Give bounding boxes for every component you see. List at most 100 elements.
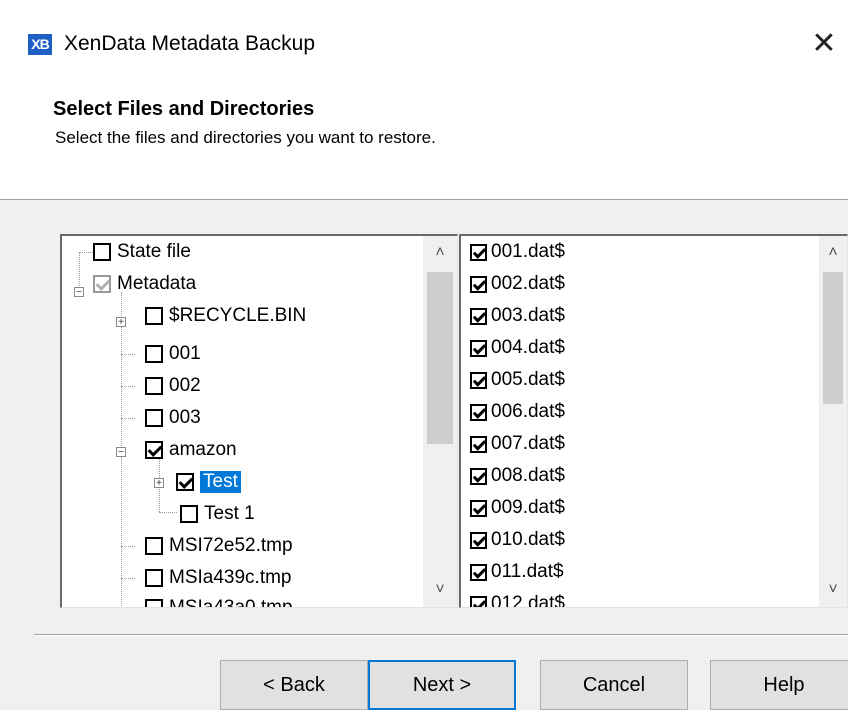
checkbox[interactable] — [145, 307, 163, 325]
window-title: XenData Metadata Backup — [64, 32, 315, 55]
app-logo-icon: XB — [28, 34, 52, 55]
tree-item-msia439c[interactable]: MSIa439c.tmp — [145, 562, 292, 594]
tree-scrollbar[interactable]: ˄ ˅ — [423, 236, 457, 607]
file-label: 006.dat$ — [491, 401, 565, 422]
tree-item-label: Metadata — [117, 273, 197, 294]
file-label: 003.dat$ — [491, 305, 565, 326]
tree-item-label: Test — [200, 471, 241, 493]
scroll-thumb[interactable] — [427, 272, 453, 444]
file-item[interactable]: 009.dat$ — [470, 492, 565, 524]
checkbox[interactable] — [145, 409, 163, 427]
tree-item-test[interactable]: Test — [176, 466, 241, 498]
tree-item-label: 001 — [169, 343, 201, 364]
page-title: Select Files and Directories — [53, 98, 315, 120]
file-item[interactable]: 004.dat$ — [470, 332, 565, 364]
checkbox[interactable] — [145, 569, 163, 587]
tree-item-test-1[interactable]: Test 1 — [180, 498, 255, 530]
file-item[interactable]: 010.dat$ — [470, 524, 565, 556]
file-scrollbar[interactable]: ˄ ˅ — [819, 236, 847, 607]
file-label: 005.dat$ — [491, 369, 565, 390]
tree-item-label: 002 — [169, 375, 201, 396]
checkbox[interactable] — [145, 537, 163, 555]
checkbox[interactable] — [176, 473, 194, 491]
checkbox[interactable] — [145, 441, 163, 459]
tree-item-label: State file — [117, 241, 191, 262]
file-label: 008.dat$ — [491, 465, 565, 486]
checkbox[interactable] — [145, 345, 163, 363]
checkbox[interactable] — [470, 307, 487, 325]
file-label: 001.dat$ — [491, 241, 565, 262]
checkbox[interactable] — [470, 531, 487, 549]
tree-item-state-file[interactable]: State file — [93, 236, 191, 268]
collapse-icon[interactable]: − — [116, 447, 126, 458]
scroll-down-icon[interactable]: ˅ — [819, 573, 847, 607]
tree-connector — [121, 578, 135, 579]
checkbox[interactable] — [470, 275, 487, 293]
checkbox[interactable] — [470, 563, 487, 581]
tree-item-label: MSIa43a0.tmp — [169, 597, 293, 608]
scroll-thumb[interactable] — [823, 272, 843, 404]
checkbox[interactable] — [470, 243, 487, 261]
page-subtitle: Select the files and directories you wan… — [55, 128, 436, 147]
file-item[interactable]: 003.dat$ — [470, 300, 565, 332]
tree-connector — [121, 354, 135, 355]
scroll-down-icon[interactable]: ˅ — [423, 573, 457, 607]
tree-item-001[interactable]: 001 — [145, 338, 201, 370]
tree-item-metadata[interactable]: Metadata — [93, 268, 196, 300]
back-button[interactable]: < Back — [220, 660, 368, 710]
file-label: 004.dat$ — [491, 337, 565, 358]
close-button[interactable]: ✕ — [800, 18, 848, 70]
file-item[interactable]: 011.dat$ — [470, 556, 564, 588]
file-item[interactable]: 008.dat$ — [470, 460, 565, 492]
tree-connector — [79, 252, 80, 292]
tree-item-recycle-bin[interactable]: $RECYCLE.BIN — [145, 300, 306, 332]
tree-item-label: $RECYCLE.BIN — [169, 305, 307, 326]
file-label: 009.dat$ — [491, 497, 565, 518]
directory-tree[interactable]: State file − Metadata + $RECYCLE.BIN 001… — [60, 234, 458, 608]
tree-connector — [159, 512, 177, 513]
file-label: 010.dat$ — [491, 529, 565, 550]
collapse-icon[interactable]: − — [74, 287, 84, 298]
tree-item-label: MSI72e52.tmp — [169, 535, 293, 556]
cancel-button[interactable]: Cancel — [540, 660, 688, 710]
file-item[interactable]: 002.dat$ — [470, 268, 565, 300]
file-label: 007.dat$ — [491, 433, 565, 454]
checkbox[interactable] — [470, 403, 487, 421]
tree-item-003[interactable]: 003 — [145, 402, 201, 434]
checkbox[interactable] — [145, 599, 163, 607]
scroll-up-icon[interactable]: ˄ — [423, 236, 457, 270]
tree-connector — [121, 546, 135, 547]
file-item[interactable]: 005.dat$ — [470, 364, 565, 396]
tree-connector — [79, 252, 93, 253]
next-button[interactable]: Next > — [368, 660, 516, 710]
help-button[interactable]: Help — [710, 660, 848, 710]
tree-item-msia43a0[interactable]: MSIa43a0.tmp — [145, 592, 293, 608]
file-item[interactable]: 012.dat$ — [470, 588, 565, 607]
checkbox[interactable] — [145, 377, 163, 395]
checkbox[interactable] — [93, 243, 111, 261]
checkbox[interactable] — [180, 505, 198, 523]
expand-icon[interactable]: + — [116, 317, 126, 328]
checkbox[interactable] — [470, 499, 487, 517]
tree-item-msi72e52[interactable]: MSI72e52.tmp — [145, 530, 293, 562]
checkbox[interactable] — [470, 339, 487, 357]
footer-divider — [34, 634, 848, 636]
file-item[interactable]: 006.dat$ — [470, 396, 565, 428]
scroll-up-icon[interactable]: ˄ — [819, 236, 847, 270]
file-item[interactable]: 007.dat$ — [470, 428, 565, 460]
file-label: 002.dat$ — [491, 273, 565, 294]
checkbox[interactable] — [470, 371, 487, 389]
wizard-header: Select Files and Directories Select the … — [0, 84, 848, 200]
file-item[interactable]: 001.dat$ — [470, 236, 565, 268]
tree-connector — [121, 386, 135, 387]
checkbox[interactable] — [470, 595, 487, 607]
tree-item-amazon[interactable]: amazon — [145, 434, 237, 466]
checkbox[interactable] — [470, 435, 487, 453]
tree-item-002[interactable]: 002 — [145, 370, 201, 402]
expand-icon[interactable]: + — [154, 478, 164, 489]
file-list[interactable]: 001.dat$ 002.dat$ 003.dat$ 004.dat$ 005.… — [459, 234, 848, 608]
tree-item-label: amazon — [169, 439, 237, 460]
checkbox[interactable] — [93, 275, 111, 293]
tree-connector — [121, 418, 135, 419]
checkbox[interactable] — [470, 467, 487, 485]
